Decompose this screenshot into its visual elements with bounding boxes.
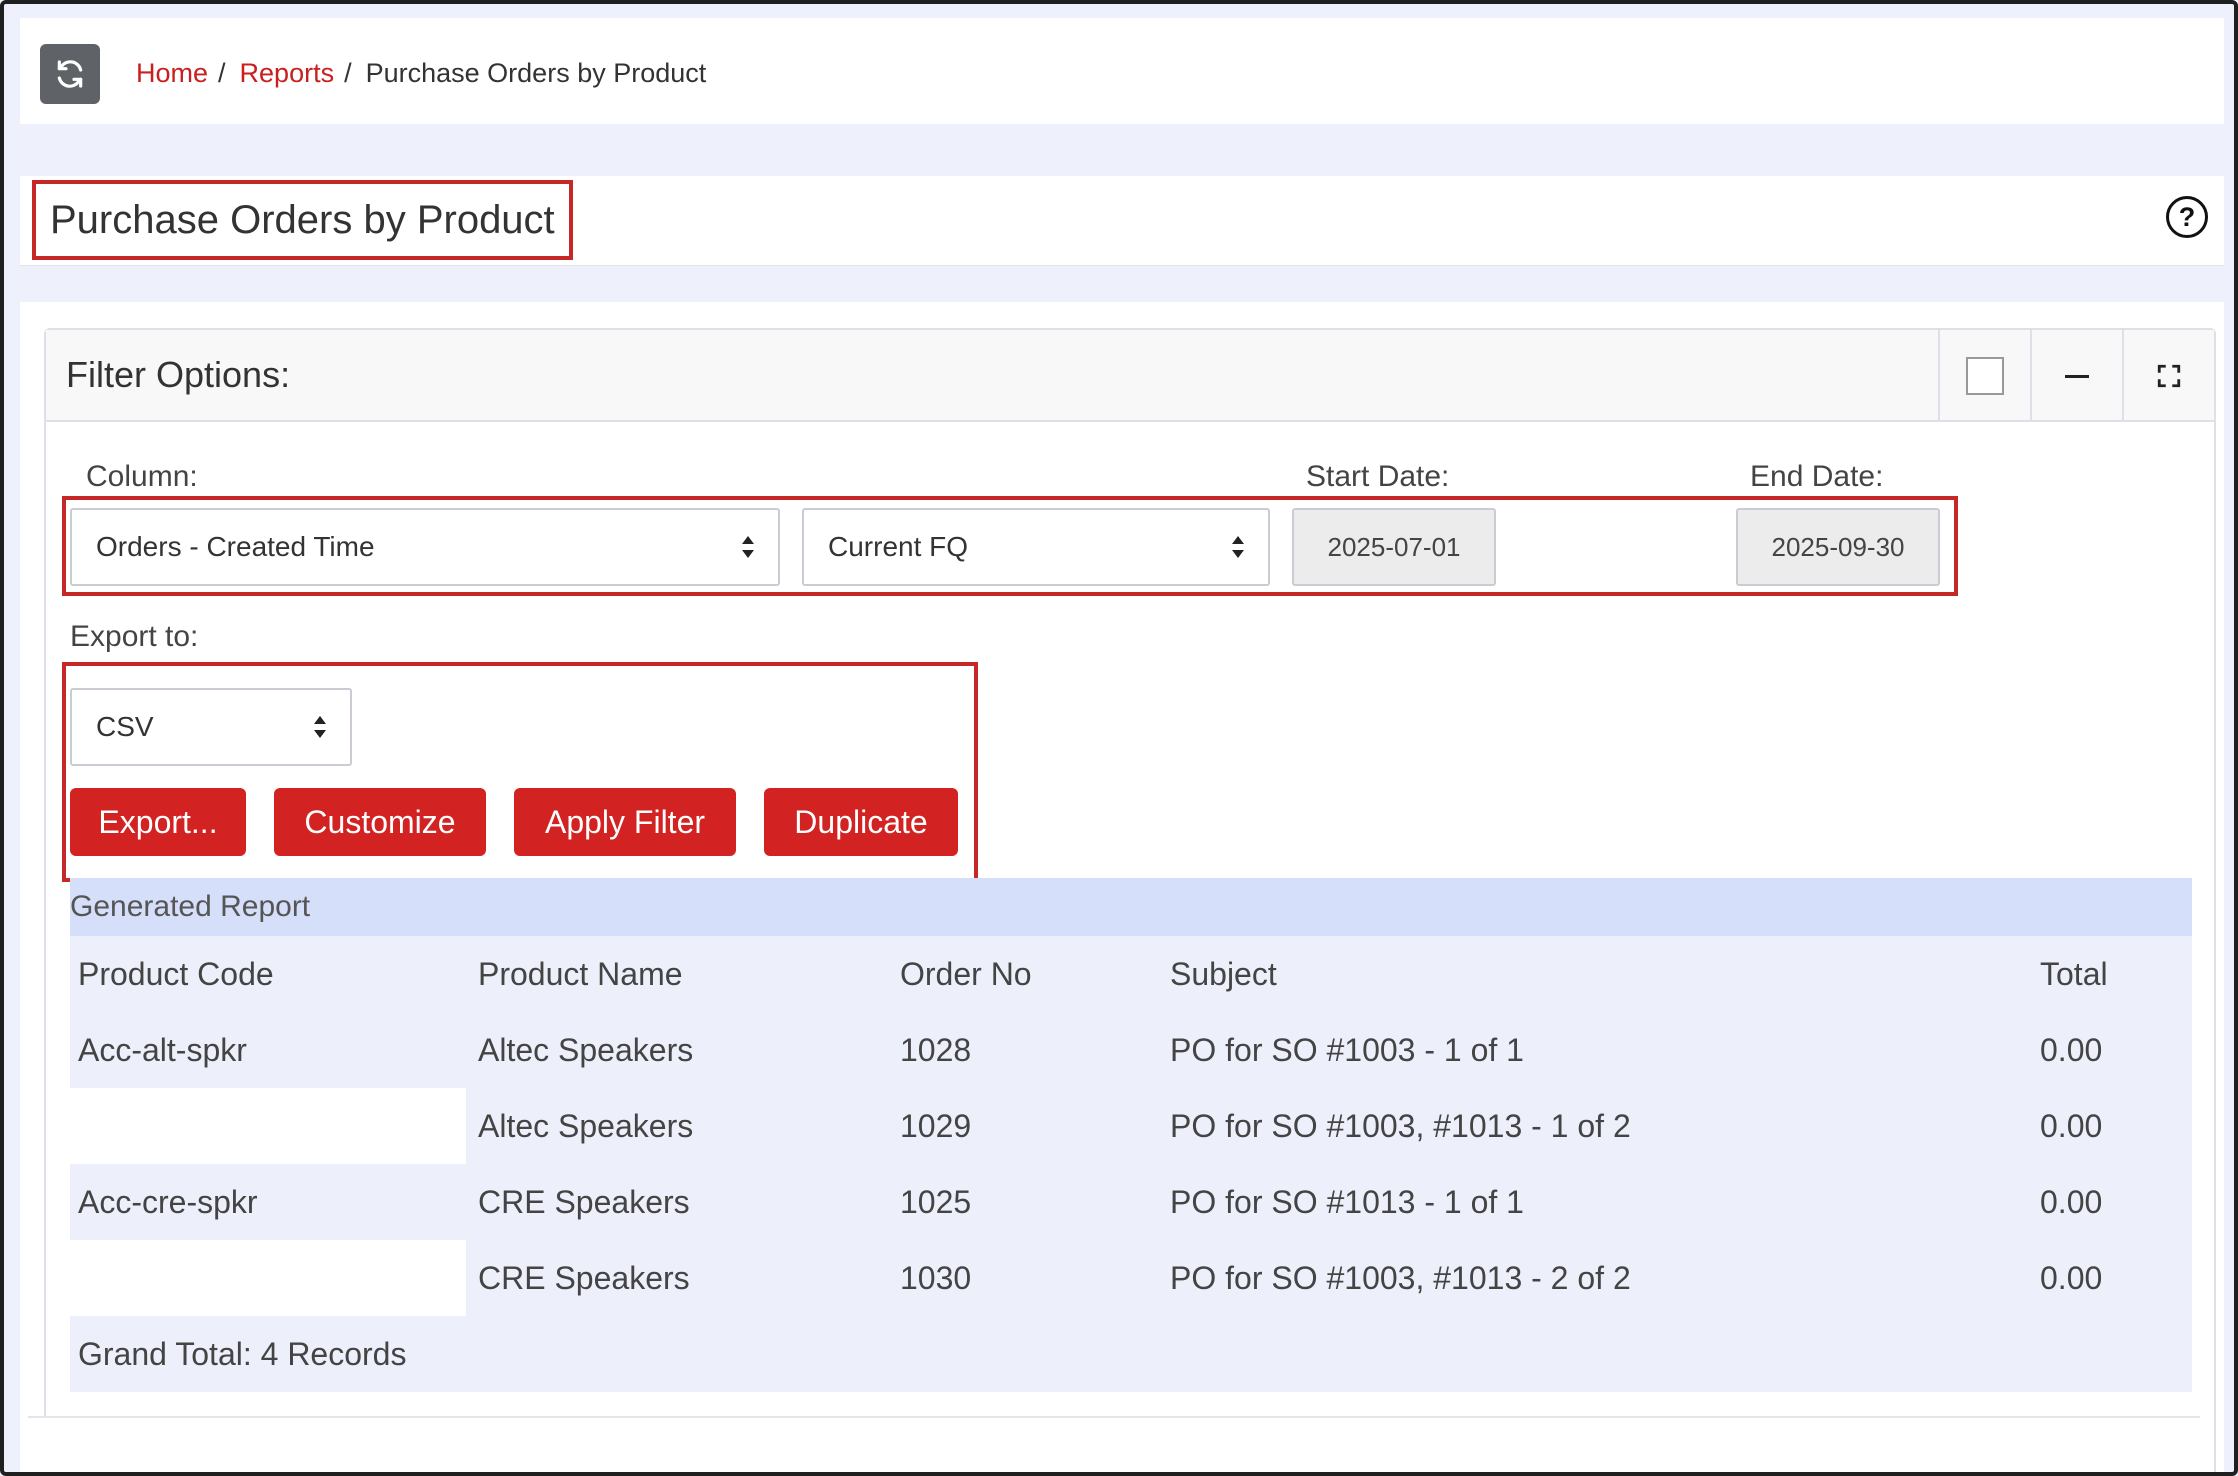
end-date-label: End Date:: [1750, 460, 1884, 493]
order-no-cell: 1025: [900, 1183, 972, 1220]
table-header-row: Product Code Product Name Order No Subje…: [70, 936, 2192, 1012]
column-header: Product Name: [478, 955, 683, 992]
filter-panel-header: Filter Options:: [46, 330, 2214, 422]
export-button[interactable]: Export...: [70, 788, 246, 856]
app-frame: Home / Reports / Purchase Orders by Prod…: [0, 0, 2238, 1476]
subject-cell: PO for SO #1013 - 1 of 1: [1170, 1183, 1524, 1220]
column-select-value: Orders - Created Time: [96, 531, 375, 562]
subject-cell: PO for SO #1003 - 1 of 1: [1170, 1031, 1524, 1068]
breadcrumb: Home / Reports / Purchase Orders by Prod…: [136, 58, 706, 89]
export-format-select[interactable]: CSV: [70, 688, 352, 766]
refresh-button[interactable]: [40, 44, 100, 104]
panel-minimize-button[interactable]: [2030, 330, 2122, 422]
order-no-cell: 1028: [900, 1031, 972, 1068]
table-row: Acc-cre-spkr CRE Speakers 1025 PO for SO…: [70, 1164, 2192, 1240]
panel-select-checkbox[interactable]: [1938, 330, 2030, 422]
column-select[interactable]: Orders - Created Time: [70, 508, 780, 586]
end-date-input[interactable]: 2025-09-30: [1736, 508, 1940, 586]
product-name-cell: CRE Speakers: [478, 1259, 690, 1296]
page-title: Purchase Orders by Product: [32, 180, 573, 260]
product-name-cell: Altec Speakers: [478, 1107, 694, 1144]
panel-maximize-button[interactable]: [2122, 330, 2214, 422]
report-table: Product Code Product Name Order No Subje…: [70, 936, 2192, 1392]
product-name-cell: CRE Speakers: [478, 1183, 690, 1220]
refresh-icon: [57, 60, 83, 88]
export-label: Export to:: [70, 620, 199, 653]
product-code-cell: Acc-cre-spkr: [78, 1183, 258, 1220]
sort-arrows-icon: [314, 716, 326, 738]
help-icon[interactable]: ?: [2166, 196, 2208, 238]
panel-footer: [28, 1416, 2200, 1472]
breadcrumb-separator: /: [344, 58, 352, 88]
breadcrumb-reports-link[interactable]: Reports: [240, 58, 335, 89]
breadcrumb-current: Purchase Orders by Product: [365, 58, 707, 88]
subject-cell: PO for SO #1003, #1013 - 2 of 2: [1170, 1259, 1631, 1296]
filter-panel-title: Filter Options:: [66, 354, 291, 395]
grand-total-row: Grand Total: 4 Records: [70, 1316, 2192, 1392]
export-format-value: CSV: [96, 711, 154, 742]
table-row: CRE Speakers 1030 PO for SO #1003, #1013…: [70, 1240, 2192, 1316]
period-select[interactable]: Current FQ: [802, 508, 1270, 586]
total-cell: 0.00: [2040, 1031, 2103, 1068]
apply-filter-button[interactable]: Apply Filter: [514, 788, 736, 856]
breadcrumb-separator: /: [218, 58, 226, 88]
period-select-value: Current FQ: [828, 531, 969, 562]
page-title-bar: Purchase Orders by Product ?: [20, 176, 2224, 266]
table-row: Altec Speakers 1029 PO for SO #1003, #10…: [70, 1088, 2192, 1164]
product-code-cell: Acc-alt-spkr: [78, 1031, 247, 1068]
total-cell: 0.00: [2040, 1107, 2103, 1144]
expand-icon: [2157, 364, 2181, 388]
order-no-cell: 1029: [900, 1107, 972, 1144]
subject-cell: PO for SO #1003, #1013 - 1 of 2: [1170, 1107, 1631, 1144]
column-header: Subject: [1170, 955, 1277, 992]
breadcrumb-home-link[interactable]: Home: [136, 58, 208, 89]
top-bar: Home / Reports / Purchase Orders by Prod…: [20, 18, 2224, 124]
order-no-cell: 1030: [900, 1259, 972, 1296]
column-header: Product Code: [78, 955, 274, 992]
grand-total-text: Grand Total: 4 Records: [78, 1335, 407, 1372]
column-label: Column:: [86, 460, 198, 493]
duplicate-button[interactable]: Duplicate: [764, 788, 958, 856]
product-name-cell: Altec Speakers: [478, 1031, 694, 1068]
table-row: Acc-alt-spkr Altec Speakers 1028 PO for …: [70, 1012, 2192, 1088]
total-cell: 0.00: [2040, 1183, 2103, 1220]
sort-arrows-icon: [742, 536, 754, 558]
total-cell: 0.00: [2040, 1259, 2103, 1296]
report-title: Generated Report: [70, 878, 2192, 936]
column-header: Order No: [900, 955, 1032, 992]
sort-arrows-icon: [1232, 536, 1244, 558]
start-date-input[interactable]: 2025-07-01: [1292, 508, 1496, 586]
start-date-label: Start Date:: [1306, 460, 1450, 493]
product-code-cell: [70, 1088, 466, 1164]
checkbox-square: [1966, 357, 2004, 395]
customize-button[interactable]: Customize: [274, 788, 486, 856]
minus-icon: [2065, 374, 2089, 378]
product-code-cell: [70, 1240, 466, 1316]
column-header: Total: [2040, 955, 2108, 992]
